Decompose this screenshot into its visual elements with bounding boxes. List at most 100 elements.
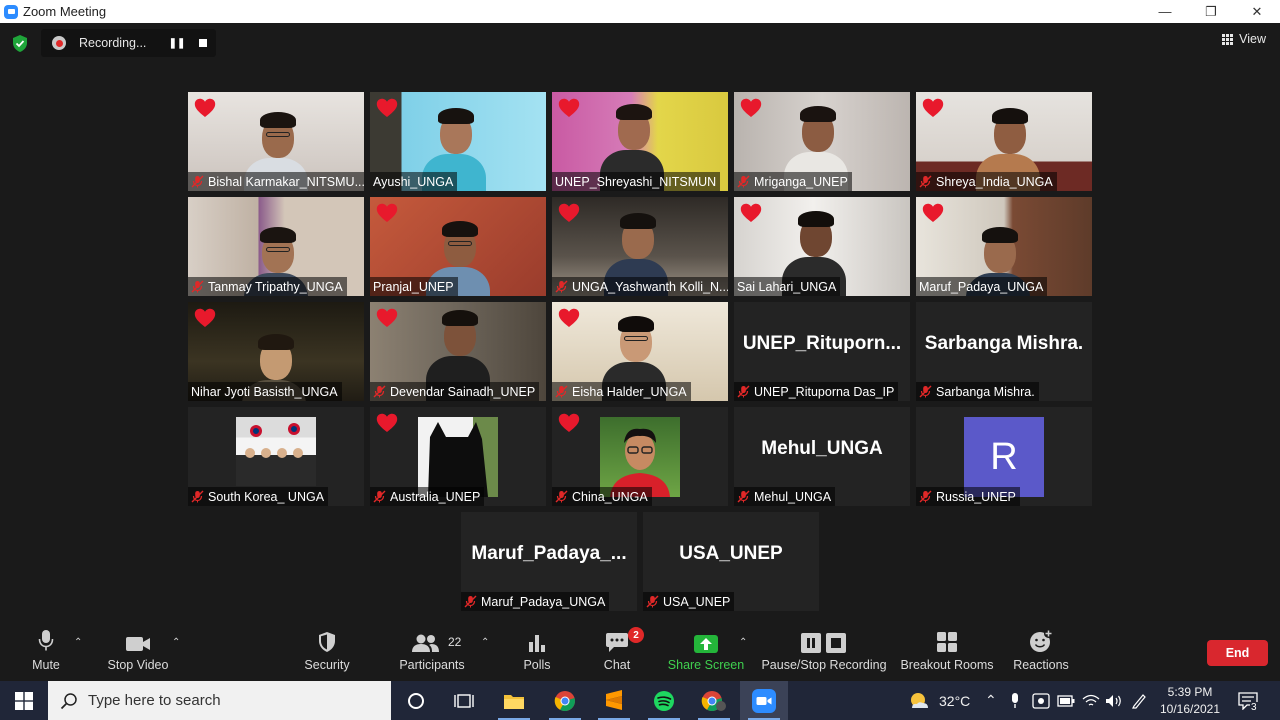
participants-button[interactable]: 22 Participants <box>398 621 466 681</box>
meeting-toolbar: Mute ⌃ Stop Video ⌃ Security 22 Particip… <box>0 621 1280 681</box>
participant-name-label: UNGA_Yashwanth Kolli_N... <box>552 277 728 296</box>
participants-options-caret-icon[interactable]: ⌃ <box>481 637 489 648</box>
participant-name: UNEP_Rituporna Das_IP <box>754 384 895 399</box>
participant-hair <box>798 211 834 227</box>
spotify-icon[interactable] <box>640 681 688 720</box>
pause-stop-recording-button[interactable]: Pause/Stop Recording <box>761 621 887 681</box>
participant-tile[interactable]: UNEP_Shreyashi_NITSMUN <box>552 92 728 191</box>
chat-bubble-icon <box>606 633 628 652</box>
minimize-button[interactable]: — <box>1142 0 1188 23</box>
heart-reaction-icon <box>194 308 216 327</box>
view-button[interactable]: View <box>1222 32 1266 46</box>
participant-tile[interactable]: Ayushi_UNGA <box>370 92 546 191</box>
wifi-icon[interactable] <box>1082 681 1100 720</box>
temperature-label: 32°C <box>939 692 971 709</box>
participant-tile[interactable]: Maruf_Padaya_... Maruf_Padaya_UNGA <box>461 512 637 611</box>
breakout-rooms-label: Breakout Rooms <box>900 658 994 672</box>
participant-name-label: Maruf_Padaya_UNGA <box>916 277 1048 296</box>
taskbar-search-box[interactable]: Type here to search <box>48 681 391 720</box>
participant-tile[interactable]: China_UNGA <box>552 407 728 506</box>
zoom-taskbar-icon[interactable] <box>740 681 788 720</box>
chat-label: Chat <box>603 658 631 672</box>
end-meeting-button[interactable]: End <box>1207 640 1268 666</box>
participant-name-label: Russia_UNEP <box>916 487 1020 506</box>
stop-video-button[interactable]: Stop Video <box>102 621 174 681</box>
volume-icon[interactable] <box>1105 681 1123 720</box>
participant-tile[interactable]: Mriganga_UNEP <box>734 92 910 191</box>
participant-hair <box>260 227 296 243</box>
tray-app-icon[interactable] <box>1032 681 1050 720</box>
participant-name: Bishal Karmakar_NITSMU... <box>208 174 364 189</box>
participant-hair <box>438 108 474 124</box>
participant-name: Ayushi_UNGA <box>373 174 454 189</box>
participant-name: UNGA_Yashwanth Kolli_N... <box>572 279 728 294</box>
heart-reaction-icon <box>376 98 398 117</box>
polls-button[interactable]: Polls <box>517 621 557 681</box>
recording-dot-icon <box>52 36 66 50</box>
clock-date: 10/16/2021 <box>1159 702 1221 716</box>
participant-tile[interactable]: South Korea_ UNGA <box>188 407 364 506</box>
participant-tile[interactable]: R Russia_UNEP <box>916 407 1092 506</box>
breakout-rooms-button[interactable]: Breakout Rooms <box>900 621 994 681</box>
weather-widget[interactable]: 32°C <box>908 681 970 720</box>
battery-icon[interactable] <box>1057 681 1075 720</box>
cortana-icon[interactable] <box>392 681 440 720</box>
participant-tile[interactable]: Shreya_India_UNGA <box>916 92 1092 191</box>
security-label: Security <box>304 658 350 672</box>
chat-button[interactable]: 2 Chat <box>597 621 644 681</box>
pen-workspace-icon[interactable] <box>1131 681 1147 720</box>
pause-stop-recording-label: Pause/Stop Recording <box>761 658 887 672</box>
participant-tile[interactable]: Eisha Halder_UNGA <box>552 302 728 401</box>
share-screen-button[interactable]: Share Screen <box>668 621 744 681</box>
participant-tile[interactable]: UNEP_Rituporn... UNEP_Rituporna Das_IP <box>734 302 910 401</box>
sublime-text-icon[interactable] <box>590 681 638 720</box>
participant-tile[interactable]: Maruf_Padaya_UNGA <box>916 197 1092 296</box>
participant-tile[interactable]: UNGA_Yashwanth Kolli_N... <box>552 197 728 296</box>
pause-recording-button[interactable]: ❚❚ <box>167 33 187 53</box>
participant-tile[interactable]: Tanmay Tripathy_UNGA <box>188 197 364 296</box>
window-title: Zoom Meeting <box>23 4 107 19</box>
security-button[interactable]: Security <box>300 621 354 681</box>
participant-tile[interactable]: Bishal Karmakar_NITSMU... <box>188 92 364 191</box>
chrome-icon[interactable] <box>541 681 589 720</box>
tray-overflow-chevron-icon[interactable]: ⌃ <box>985 681 997 720</box>
file-explorer-icon[interactable] <box>490 681 538 720</box>
muted-microphone-icon <box>555 280 568 293</box>
participant-hair <box>442 221 478 237</box>
video-camera-icon <box>126 637 150 651</box>
taskbar-clock[interactable]: 5:39 PM 10/16/2021 <box>1150 684 1230 718</box>
participant-tile[interactable]: Mehul_UNGA Mehul_UNGA <box>734 407 910 506</box>
participant-tile[interactable]: Nihar Jyoti Basisth_UNGA <box>188 302 364 401</box>
windows-start-button[interactable] <box>0 681 48 720</box>
heart-reaction-icon <box>376 413 398 432</box>
close-button[interactable]: ✕ <box>1234 0 1280 23</box>
reactions-button[interactable]: Reactions <box>1010 621 1072 681</box>
glasses <box>624 336 648 341</box>
participant-hair <box>258 334 294 350</box>
share-options-caret-icon[interactable]: ⌃ <box>739 637 747 648</box>
zoom-app-icon <box>4 4 18 19</box>
audio-options-caret-icon[interactable]: ⌃ <box>74 637 82 648</box>
share-screen-icon <box>694 635 718 653</box>
participant-tile[interactable]: Pranjal_UNEP <box>370 197 546 296</box>
tray-microphone-icon[interactable] <box>1010 681 1020 720</box>
shield-check-icon[interactable] <box>12 35 28 52</box>
chrome-profile-icon[interactable] <box>690 681 738 720</box>
participant-name-label: Nihar Jyoti Basisth_UNGA <box>188 382 342 401</box>
participant-tile[interactable]: Devendar Sainadh_UNEP <box>370 302 546 401</box>
security-shield-icon <box>319 632 335 652</box>
participant-name: Eisha Halder_UNGA <box>572 384 687 399</box>
video-options-caret-icon[interactable]: ⌃ <box>172 637 180 648</box>
restore-button[interactable]: ❐ <box>1188 0 1234 23</box>
breakout-rooms-icon <box>937 632 957 652</box>
stop-recording-button[interactable] <box>193 33 213 53</box>
participant-display-name: Mehul_UNGA <box>761 438 883 459</box>
participant-tile[interactable]: Sarbanga Mishra. Sarbanga Mishra. <box>916 302 1092 401</box>
task-view-icon[interactable] <box>440 681 488 720</box>
notifications-button[interactable]: 3 <box>1238 681 1258 720</box>
participant-tile[interactable]: Australia_UNEP <box>370 407 546 506</box>
participant-tile[interactable]: USA_UNEP USA_UNEP <box>643 512 819 611</box>
mute-button[interactable]: Mute <box>26 621 66 681</box>
participant-tile[interactable]: Sai Lahari_UNGA <box>734 197 910 296</box>
participant-name-label: China_UNGA <box>552 487 652 506</box>
